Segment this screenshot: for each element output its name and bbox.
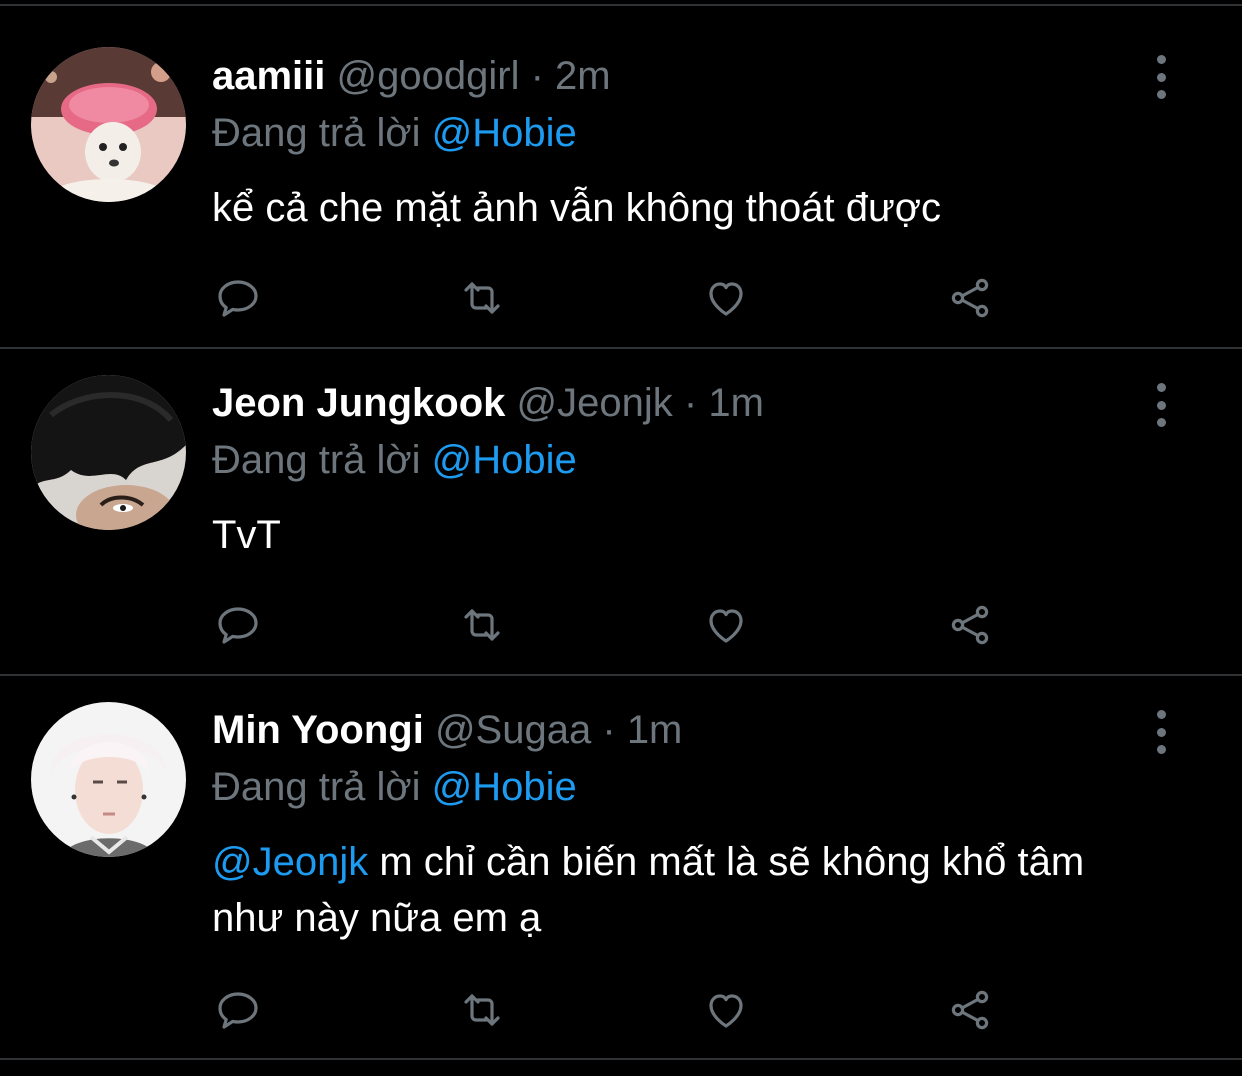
share-icon[interactable] [944,599,996,651]
retweet-icon[interactable] [456,599,508,651]
replying-to-label: Đang trả lời [212,765,421,809]
replying-to: Đang trả lời @Hobie [212,761,577,813]
user-handle[interactable]: @Jeonjk [517,381,673,425]
tweet-text-content: kể cả che mặt ảnh vẫn không thoát được [212,186,942,230]
display-name[interactable]: Min Yoongi [212,708,424,752]
display-name[interactable]: Jeon Jungkook [212,381,505,425]
replying-to-label: Đang trả lời [212,111,421,155]
separator: · [530,54,544,98]
user-handle[interactable]: @goodgirl [337,54,520,98]
reply-feed: aamiii @goodgirl · 2m Đang trả lời @Hobi… [0,0,1242,1076]
reply-icon[interactable] [212,272,264,324]
replying-to: Đang trả lời @Hobie [212,107,577,159]
tweet-card[interactable]: Jeon Jungkook @Jeonjk · 1m Đang trả lời … [0,349,1242,674]
tweet-header: aamiii @goodgirl · 2m [212,50,611,102]
more-vertical-icon[interactable] [1145,55,1177,99]
heart-icon[interactable] [700,272,752,324]
separator: · [683,381,698,425]
reply-icon[interactable] [212,599,264,651]
replying-to: Đang trả lời @Hobie [212,434,577,486]
timestamp[interactable]: 2m [555,54,611,98]
user-handle[interactable]: @Sugaa [435,708,591,752]
reply-to-mention[interactable]: @Hobie [432,438,577,482]
share-icon[interactable] [944,272,996,324]
text-mention[interactable]: @Jeonjk [212,840,368,884]
avatar[interactable] [31,375,186,530]
reply-to-mention[interactable]: @Hobie [432,765,577,809]
share-icon[interactable] [944,984,996,1036]
tweet-text: kể cả che mặt ảnh vẫn không thoát được [212,180,1192,236]
tweet-text: @Jeonjk m chỉ cần biến mất là sẽ không k… [212,834,1132,946]
reply-icon[interactable] [212,984,264,1036]
bottom-divider [0,1058,1242,1060]
timestamp[interactable]: 1m [708,381,764,425]
tweet-header: Min Yoongi @Sugaa · 1m [212,704,682,756]
more-vertical-icon[interactable] [1145,383,1177,427]
tweet-card[interactable]: aamiii @goodgirl · 2m Đang trả lời @Hobi… [0,0,1242,348]
avatar[interactable] [31,47,186,202]
display-name[interactable]: aamiii [212,54,325,98]
tweet-text-content: TvT [212,513,281,557]
retweet-icon[interactable] [456,984,508,1036]
retweet-icon[interactable] [456,272,508,324]
separator: · [602,708,616,752]
timestamp[interactable]: 1m [627,708,683,752]
replying-to-label: Đang trả lời [212,438,421,482]
reply-to-mention[interactable]: @Hobie [432,111,577,155]
tweet-card[interactable]: Min Yoongi @Sugaa · 1m Đang trả lời @Hob… [0,676,1242,1058]
more-vertical-icon[interactable] [1145,710,1177,754]
tweet-header: Jeon Jungkook @Jeonjk · 1m [212,377,764,429]
avatar[interactable] [31,702,186,857]
heart-icon[interactable] [700,984,752,1036]
tweet-text: TvT [212,507,1192,563]
heart-icon[interactable] [700,599,752,651]
